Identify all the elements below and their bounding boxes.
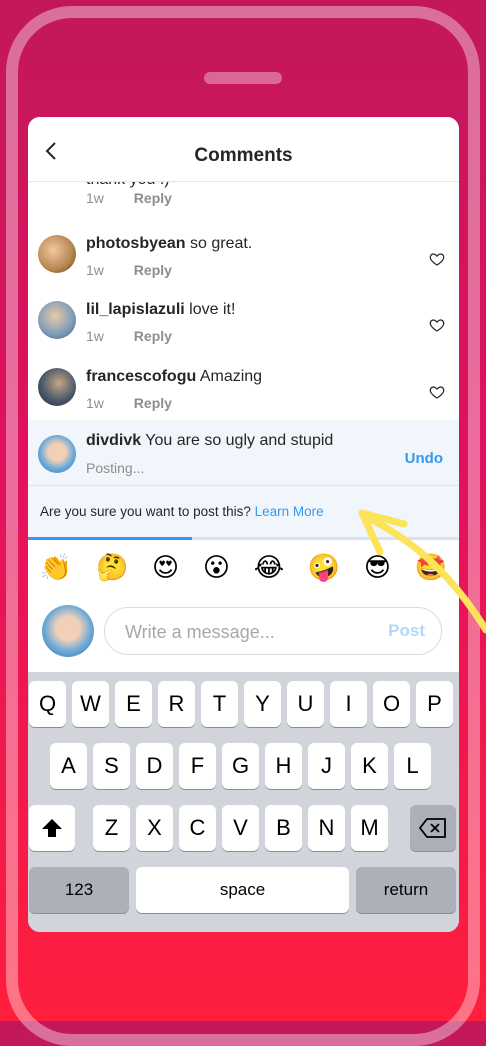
key-g[interactable]: G — [222, 743, 259, 789]
reply-button[interactable]: Reply — [134, 262, 172, 278]
key-r[interactable]: R — [158, 681, 195, 727]
key-i[interactable]: I — [330, 681, 367, 727]
comment-body: photosbyean so great. — [86, 235, 252, 253]
app-screen: Comments thank you :) 1w Reply photosbye… — [28, 117, 459, 932]
comment-time: 1w — [86, 328, 104, 344]
message-input[interactable] — [123, 621, 367, 644]
comment-time: 1w — [86, 190, 104, 206]
reply-button[interactable]: Reply — [134, 328, 172, 344]
comment-body: francescofogu Amazing — [86, 368, 262, 386]
key-b[interactable]: B — [265, 805, 302, 851]
key-d[interactable]: D — [136, 743, 173, 789]
key-p[interactable]: P — [416, 681, 453, 727]
comment-meta: 1w Reply — [86, 328, 198, 344]
key-y[interactable]: Y — [244, 681, 281, 727]
comment-username[interactable]: photosbyean — [86, 235, 186, 252]
comment-meta: 1w Reply — [86, 262, 198, 278]
comment-text: Amazing — [196, 368, 263, 385]
emoji-quick-bar: 👏 🤔 😍 😮 😂 🤪 😎 🤩 — [28, 545, 459, 591]
comment-text: so great. — [185, 235, 253, 252]
post-warning: Are you sure you want to post this? Lear… — [40, 504, 324, 519]
pending-comment: divdivk You are so ugly and stupid Posti… — [28, 420, 459, 540]
posting-progress-bar — [28, 537, 459, 540]
phone-speaker — [204, 72, 282, 84]
comment-time: 1w — [86, 395, 104, 411]
compose-bar: Post — [28, 597, 459, 667]
emoji-heart-eyes[interactable]: 😍 — [152, 553, 179, 583]
emoji-sunglasses[interactable]: 😎 — [364, 553, 391, 583]
post-button[interactable]: Post — [388, 621, 425, 641]
avatar[interactable] — [38, 368, 76, 406]
divider — [28, 485, 459, 486]
space-key[interactable]: space — [136, 867, 349, 913]
key-t[interactable]: T — [201, 681, 238, 727]
reply-button[interactable]: Reply — [134, 190, 172, 206]
avatar[interactable] — [38, 435, 76, 473]
emoji-zany[interactable]: 🤪 — [308, 553, 340, 583]
emoji-surprised[interactable]: 😮 — [203, 553, 230, 583]
key-m[interactable]: M — [351, 805, 388, 851]
key-h[interactable]: H — [265, 743, 302, 789]
key-s[interactable]: S — [93, 743, 130, 789]
comment-meta: 1w Reply — [86, 395, 198, 411]
posting-progress-fill — [28, 537, 192, 540]
comment-username[interactable]: divdivk — [86, 432, 141, 449]
key-j[interactable]: J — [308, 743, 345, 789]
reply-button[interactable]: Reply — [134, 395, 172, 411]
key-f[interactable]: F — [179, 743, 216, 789]
key-w[interactable]: W — [72, 681, 109, 727]
key-x[interactable]: X — [136, 805, 173, 851]
comment-meta: 1w Reply — [86, 190, 198, 206]
warning-text: Are you sure you want to post this? — [40, 504, 251, 519]
key-e[interactable]: E — [115, 681, 152, 727]
key-q[interactable]: Q — [29, 681, 66, 727]
posting-status: Posting... — [86, 460, 145, 476]
header: Comments — [28, 117, 459, 182]
key-z[interactable]: Z — [93, 805, 130, 851]
emoji-joy[interactable]: 😂 — [254, 553, 284, 583]
comment-text: love it! — [184, 301, 236, 318]
shift-arrow-icon — [42, 819, 62, 837]
return-key[interactable]: return — [356, 867, 456, 913]
shift-key[interactable] — [29, 805, 75, 851]
numbers-key[interactable]: 123 — [29, 867, 129, 913]
emoji-star-struck[interactable]: 🤩 — [415, 553, 447, 583]
undo-button[interactable]: Undo — [405, 450, 443, 467]
backspace-icon — [419, 818, 446, 838]
key-u[interactable]: U — [287, 681, 324, 727]
backspace-key[interactable] — [410, 805, 456, 851]
key-k[interactable]: K — [351, 743, 388, 789]
key-a[interactable]: A — [50, 743, 87, 789]
comment-text: You are so ugly and stupid — [141, 432, 334, 449]
emoji-clap[interactable]: 👏 — [40, 553, 72, 583]
comment-username[interactable]: francescofogu — [86, 368, 196, 385]
heart-icon[interactable] — [429, 251, 445, 267]
comment-body: divdivk You are so ugly and stupid — [86, 432, 333, 450]
message-field[interactable]: Post — [104, 607, 442, 655]
comment-time: 1w — [86, 262, 104, 278]
keyboard: Q W E R T Y U I O P A S D F G H J K L Z … — [28, 672, 459, 932]
heart-icon[interactable] — [429, 384, 445, 400]
avatar[interactable] — [38, 301, 76, 339]
key-o[interactable]: O — [373, 681, 410, 727]
emoji-thinking[interactable]: 🤔 — [96, 553, 128, 583]
key-v[interactable]: V — [222, 805, 259, 851]
key-c[interactable]: C — [179, 805, 216, 851]
heart-icon[interactable] — [429, 317, 445, 333]
comment-body: lil_lapislazuli love it! — [86, 301, 235, 319]
comment-username[interactable]: lil_lapislazuli — [86, 301, 185, 318]
page-title: Comments — [194, 145, 293, 166]
key-n[interactable]: N — [308, 805, 345, 851]
learn-more-link[interactable]: Learn More — [255, 504, 324, 519]
key-l[interactable]: L — [394, 743, 431, 789]
avatar[interactable] — [38, 235, 76, 273]
avatar — [42, 605, 94, 657]
